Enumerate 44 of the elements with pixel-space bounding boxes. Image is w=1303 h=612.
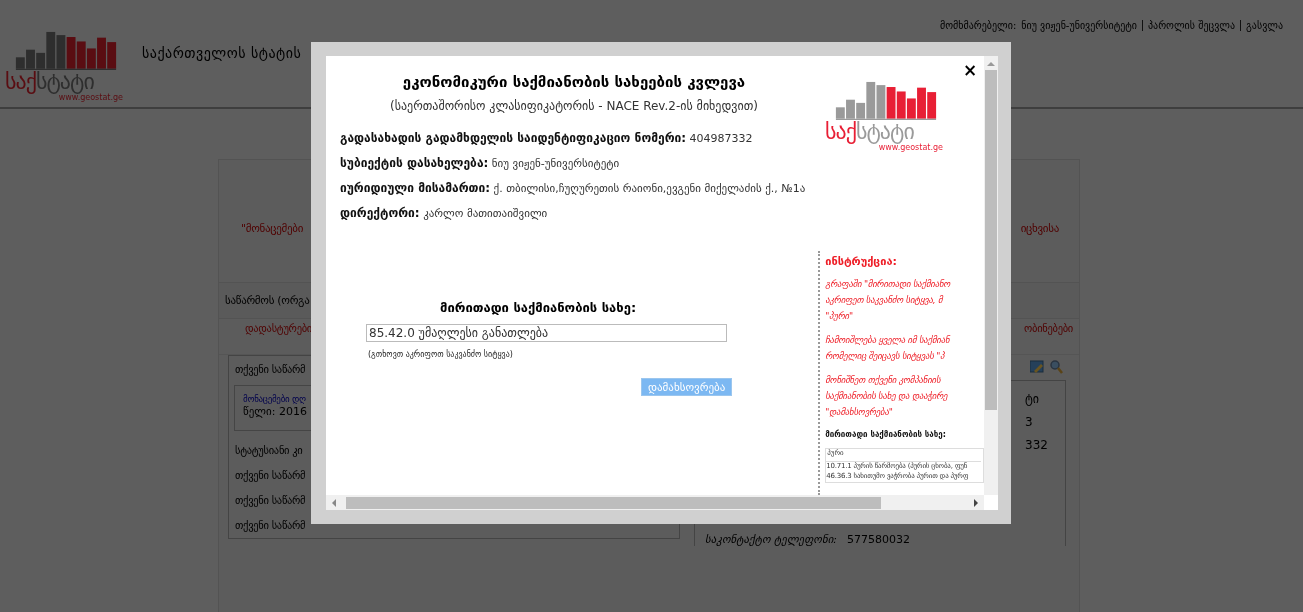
- info-field: გადასახადის გადამხდელის საიდენტიფიკაციო ნომერი: 404987332: [326, 131, 822, 156]
- info-field: დირექტორი: კარლო მათითაიშვილი: [326, 206, 822, 231]
- user-name: ნიუ ვიჟენ-უნივერსიტეტი: [1021, 20, 1137, 31]
- user-label: მომხმარებელი:: [939, 20, 1017, 31]
- vertical-scrollbar[interactable]: [984, 56, 998, 495]
- close-button[interactable]: ×: [959, 58, 982, 82]
- info-row-text: თქვენი საწარმ: [235, 517, 306, 534]
- logo-wordmark: საქსტატი: [825, 121, 914, 143]
- phone-label: საკონტაქტო ტელეფონი:: [705, 533, 838, 546]
- edit-icon[interactable]: [1030, 360, 1044, 374]
- info-field: სუბიექტის დასახელება: ნიუ ვიჟენ-უნივერსიტეტი: [326, 156, 822, 181]
- site-title: საქართველოს სტატის: [142, 45, 302, 61]
- info-row-text: თქვენი საწარმ: [235, 492, 306, 509]
- search-icon[interactable]: [1050, 360, 1063, 374]
- info-row-text: სტატუსიანი კი: [235, 442, 303, 459]
- activity-input[interactable]: 85.42.0 უმაღლესი განათლება: [366, 324, 727, 342]
- hint-text: (გთხოვთ აკრიფოთ საკვანძო სიტყვა): [368, 350, 514, 359]
- dialog-title: ეკონომიკური საქმიანობის სახეების კვლევა: [401, 73, 747, 91]
- logo-url: www.geostat.ge: [878, 143, 943, 152]
- horizontal-scrollbar[interactable]: [326, 495, 984, 510]
- section-title: საწარმოს (ორგა: [225, 294, 310, 307]
- box-title: თქვენი საწარმ: [235, 361, 306, 378]
- logo-url: www.geostat.ge: [58, 93, 123, 102]
- instruction-text: ჩამოიშლება ყველა იმ საქმიან: [825, 334, 952, 347]
- instruction-text: გრაფაში "მირითადი საქმიანო: [825, 278, 952, 291]
- instruction-text: "დამახსოვრება": [825, 406, 894, 419]
- info-row-text: თქვენი საწარმ: [235, 467, 306, 484]
- info-field: იურიდიული მისამართი: ქ. თბილისი,ჩუღურეთის რაიონი,ევგენი მიქელაძის ქ., №1ა: [326, 181, 822, 206]
- instruction-text: "პური": [825, 310, 854, 323]
- detail-value: ტი: [1025, 391, 1040, 406]
- detail-value: 332: [1025, 437, 1048, 452]
- year-text: წელი: 2016: [243, 405, 308, 418]
- detail-value: 3: [1025, 414, 1033, 429]
- instruction-text: მონიშნეთ თქვენი კომპანიის: [825, 374, 942, 387]
- instruction-text: რომელიც შეიცავს სიტყვას "პ: [825, 350, 946, 363]
- notice-text: იცხვისა: [1020, 221, 1059, 235]
- instruction-text: საქმიანობის სახე და დააჭირე: [825, 390, 949, 403]
- instruction-text: აკრიფეთ საკვანძო სიტყვა, მ: [825, 294, 945, 307]
- dialog-subtitle: (საერთაშორისო კლასიფიკატორის - NACE Rev.2-ის მიხედვით): [389, 99, 759, 113]
- activity-label: მირითადი საქმიანობის სახე:: [440, 300, 638, 315]
- instructions-title: ინსტრუქცია:: [825, 255, 898, 268]
- phone-value: 577580032: [847, 533, 911, 546]
- notice-text: "მონაცემები: [241, 221, 304, 235]
- list-label: მირითადი საქმიანობის სახე:: [825, 430, 947, 439]
